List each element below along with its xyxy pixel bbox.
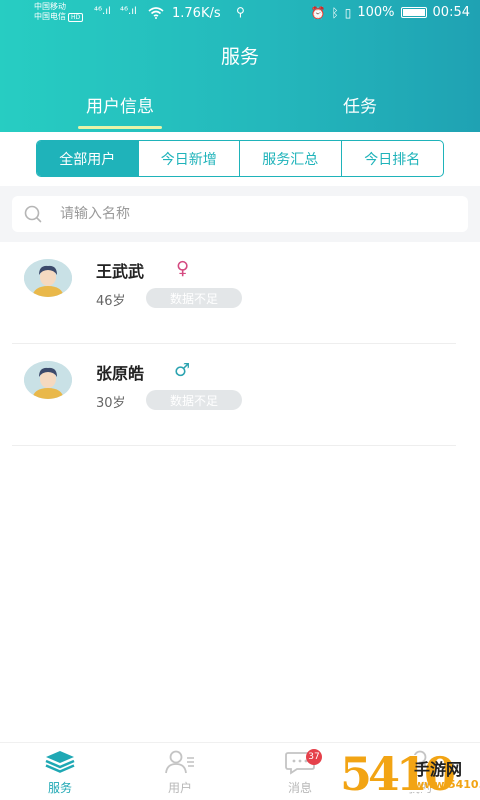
divider <box>12 445 456 446</box>
user-list-icon <box>165 750 194 774</box>
bluetooth-icon: ᛒ <box>331 5 339 20</box>
carrier-2: 中国电信 <box>34 12 66 21</box>
battery-percent: 100% <box>357 5 395 20</box>
segment-service-summary[interactable]: 服务汇总 <box>240 141 342 176</box>
search-box <box>12 196 468 232</box>
carrier-1: 中国移动 <box>34 2 66 11</box>
watermark-url: www.5410.cn <box>414 778 480 791</box>
status-badge: 数据不足 <box>146 288 242 308</box>
male-icon: ♂ <box>174 360 191 381</box>
search-icon <box>24 205 42 223</box>
net-speed: 1.76K/s <box>172 6 221 21</box>
nav-service[interactable]: 服务 <box>0 743 120 800</box>
user-list: 王武武 ♀ 46岁 数据不足 张原皓 ♂ 30岁 数据不足 <box>0 242 480 446</box>
tab-tasks[interactable]: 任务 <box>240 92 480 117</box>
usb-icon: ⚲ <box>236 5 245 19</box>
search-input[interactable] <box>60 196 450 232</box>
watermark-text: 手游网 <box>414 760 463 779</box>
nav-users[interactable]: 用户 <box>120 743 240 800</box>
carrier-info: 中国移动 中国电信 HD <box>34 2 84 22</box>
alarm-icon: ⏰ <box>310 5 326 20</box>
status-badge: 数据不足 <box>146 390 242 410</box>
vibrate-icon: ▯ <box>344 5 352 20</box>
list-item[interactable]: 王武武 ♀ 46岁 数据不足 <box>0 242 480 344</box>
message-count-badge: 37 <box>306 749 322 765</box>
clock: 00:54 <box>432 5 470 20</box>
list-item[interactable]: 张原皓 ♂ 30岁 数据不足 <box>0 344 480 446</box>
segment-all-users[interactable]: 全部用户 <box>37 141 139 176</box>
status-bar: 中国移动 中国电信 HD ⁴⁶.ıl ⁴⁶.ıl 1.76K/s ⚲ ⏰ ᛒ ▯ … <box>0 0 480 26</box>
layers-icon <box>45 751 75 773</box>
user-age: 30岁 <box>96 396 126 411</box>
watermark-logo: 5410 手游网 www.5410.cn <box>340 748 480 800</box>
avatar <box>24 361 72 399</box>
nav-service-label: 服务 <box>47 781 72 795</box>
user-name: 王武武 <box>96 262 145 281</box>
hd-icon: HD <box>68 13 84 22</box>
search-area <box>0 186 480 242</box>
filter-segment-control: 全部用户 今日新增 服务汇总 今日排名 <box>36 140 444 177</box>
nav-users-label: 用户 <box>167 781 192 795</box>
avatar <box>24 259 72 297</box>
segment-today-new[interactable]: 今日新增 <box>139 141 240 176</box>
female-icon: ♀ <box>176 258 190 279</box>
signal-icon-2: ⁴⁶.ıl <box>120 6 137 17</box>
tab-indicator <box>78 126 162 129</box>
user-name: 张原皓 <box>96 364 145 383</box>
battery-icon <box>400 7 427 18</box>
signal-icon: ⁴⁶.ıl <box>94 6 111 17</box>
wifi-icon <box>148 7 164 19</box>
segment-today-ranking[interactable]: 今日排名 <box>342 141 444 176</box>
tab-user-info[interactable]: 用户信息 <box>0 92 240 117</box>
app-header: 中国移动 中国电信 HD ⁴⁶.ıl ⁴⁶.ıl 1.76K/s ⚲ ⏰ ᛒ ▯ … <box>0 0 480 132</box>
user-age: 46岁 <box>96 294 126 309</box>
page-title: 服务 <box>220 46 259 68</box>
